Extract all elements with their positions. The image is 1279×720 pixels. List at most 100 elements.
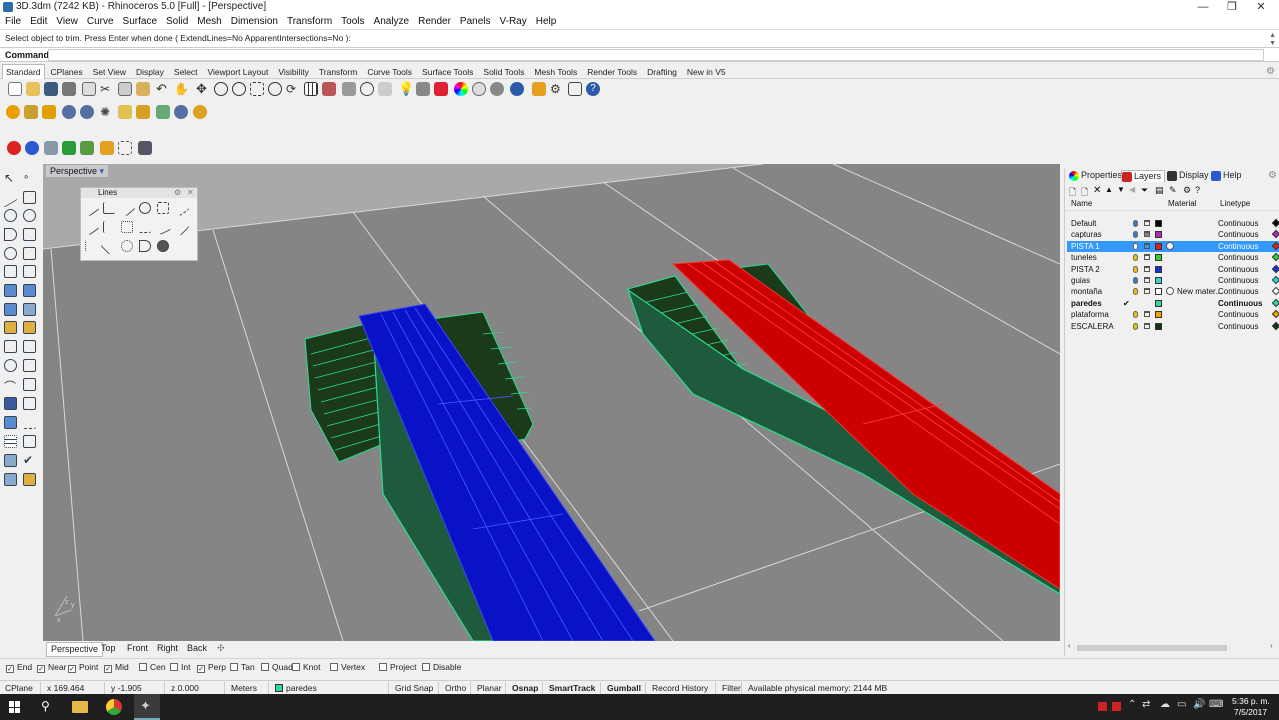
vray-proxy-icon[interactable] — [156, 105, 170, 119]
menu-transform[interactable]: Transform — [287, 15, 332, 29]
cplane-icon[interactable] — [360, 82, 374, 96]
layer-color-swatch[interactable] — [1155, 299, 1162, 307]
osnap-checkbox[interactable] — [139, 663, 147, 671]
battery-icon[interactable]: ▭ — [1177, 699, 1186, 710]
vray-light-icon[interactable] — [136, 105, 150, 119]
tab-visibility[interactable]: Visibility — [274, 64, 313, 80]
osnap-perp[interactable]: ✓ Perp — [197, 662, 226, 673]
record-history-toggle[interactable]: Record History — [645, 682, 708, 694]
menu-surface[interactable]: Surface — [123, 15, 157, 29]
layer-color-swatch[interactable] — [1155, 254, 1162, 262]
rectangle-icon[interactable] — [23, 228, 36, 241]
panel-options-gear-icon[interactable]: ⚙ — [1268, 170, 1277, 181]
tab-solid-tools[interactable]: Solid Tools — [479, 64, 528, 80]
print-color-icon[interactable] — [1271, 241, 1279, 251]
osnap-checkbox[interactable] — [292, 663, 300, 671]
tab-mesh-tools[interactable]: Mesh Tools — [530, 64, 581, 80]
column-linetype[interactable]: Linetype — [1220, 199, 1250, 208]
light-icon[interactable] — [532, 82, 546, 96]
tab-layers[interactable]: Layers — [1121, 170, 1166, 182]
array-icon[interactable] — [4, 435, 17, 448]
layer-row[interactable]: PISTA 1 Continuous — [1067, 240, 1279, 252]
network-icon[interactable]: ⇄ — [1142, 699, 1150, 710]
line-from-midpoint-icon[interactable] — [118, 199, 136, 217]
layer-color-swatch[interactable] — [1155, 288, 1162, 296]
osnap-checkbox[interactable]: ✓ — [68, 665, 76, 673]
osnap-knot[interactable]: Knot — [292, 662, 321, 672]
tab-cplanes[interactable]: CPlanes — [47, 64, 87, 80]
print-color-icon[interactable] — [1271, 230, 1279, 239]
tray-chevron-icon[interactable]: ⌃ — [1128, 699, 1136, 710]
tab-help[interactable]: Help — [1211, 170, 1242, 181]
layer-linetype[interactable]: Continuous — [1218, 286, 1258, 297]
cage-icon[interactable] — [4, 416, 17, 429]
print-color-icon[interactable] — [1271, 309, 1279, 319]
lock-icon[interactable] — [1144, 242, 1150, 249]
vray-sun-icon[interactable]: ✺ — [100, 105, 114, 119]
maximize-button[interactable]: ❐ — [1220, 0, 1244, 14]
tab-right[interactable]: Right — [153, 642, 182, 655]
lightbulb-icon[interactable]: 💡 — [398, 82, 414, 96]
clock-time[interactable]: 5:36 p. m. — [1232, 696, 1270, 706]
units-indicator[interactable]: Meters — [224, 682, 257, 694]
lock-icon[interactable] — [1144, 277, 1150, 283]
lock-icon[interactable] — [1144, 322, 1150, 329]
ellipse-icon[interactable] — [23, 209, 36, 222]
trim-icon[interactable] — [4, 340, 17, 353]
osnap-checkbox[interactable]: ✓ — [197, 665, 205, 673]
filter-button[interactable]: Filter — [715, 682, 741, 694]
tab-render-tools[interactable]: Render Tools — [583, 64, 641, 80]
print-color-icon[interactable] — [1271, 264, 1279, 273]
current-layer[interactable]: paredes — [268, 682, 317, 694]
tab-perspective[interactable]: Perspective — [46, 642, 104, 657]
print-color-icon[interactable] — [1271, 275, 1279, 285]
layer-color-swatch[interactable] — [1155, 322, 1162, 330]
grid-icon[interactable] — [378, 82, 392, 96]
volume-icon[interactable]: 🔊 — [1193, 699, 1205, 710]
layer-linetype[interactable]: Continuous — [1218, 218, 1258, 229]
layer-help-icon[interactable]: ? — [1195, 185, 1200, 195]
close-button[interactable]: ✕ — [1249, 0, 1273, 14]
curve-icon[interactable] — [4, 247, 17, 260]
lightbulb-icon[interactable] — [1133, 254, 1138, 262]
layer-linetype[interactable]: Continuous — [1218, 298, 1262, 309]
layer-row[interactable]: plataforma Continuous — [1067, 309, 1279, 320]
surface-icon[interactable] — [4, 265, 17, 278]
shaded-sphere-icon[interactable] — [490, 82, 504, 96]
print-color-icon[interactable] — [1271, 252, 1279, 262]
tangent-line-icon[interactable] — [139, 202, 151, 214]
lightbulb-icon[interactable] — [1133, 277, 1138, 284]
menu-tools[interactable]: Tools — [341, 15, 364, 29]
paste-icon[interactable] — [136, 82, 150, 96]
chamfer-icon[interactable] — [23, 378, 36, 391]
layer-row[interactable]: guias Continuous — [1067, 275, 1279, 286]
menu-file[interactable]: File — [5, 15, 21, 29]
scale-icon[interactable] — [23, 321, 36, 334]
lightbulb-icon[interactable] — [1133, 231, 1138, 239]
tools-icon[interactable]: ✎ — [1169, 185, 1177, 196]
tab-viewport-layout[interactable]: Viewport Layout — [204, 64, 273, 80]
zoom-icon[interactable] — [214, 82, 228, 96]
osnap-vertex[interactable]: Vertex — [330, 662, 365, 672]
lock-icon[interactable] — [1144, 288, 1150, 295]
render-object-icon[interactable] — [4, 473, 17, 486]
layer-linetype[interactable]: Continuous — [1218, 241, 1258, 252]
menu-help[interactable]: Help — [536, 15, 557, 29]
cplane-indicator[interactable]: CPlane — [5, 682, 33, 694]
lock-icon[interactable] — [1144, 254, 1150, 261]
layer-linetype[interactable]: Continuous — [1218, 264, 1258, 275]
lightbulb-icon[interactable] — [1133, 288, 1138, 296]
text-icon[interactable] — [4, 397, 17, 410]
print-color-icon[interactable] — [1271, 321, 1279, 330]
mesh-icon[interactable] — [4, 303, 17, 316]
warning-cone-icon[interactable] — [100, 141, 114, 155]
lock-icon[interactable] — [1144, 220, 1150, 226]
extrude-icon[interactable] — [23, 265, 36, 278]
print-color-icon[interactable] — [1271, 287, 1279, 296]
toolbar-options-gear-icon[interactable]: ⚙ — [1266, 66, 1275, 77]
explode-icon[interactable] — [23, 359, 36, 372]
lightbulb-icon[interactable] — [1133, 242, 1138, 250]
lightbulb-icon[interactable] — [1133, 322, 1138, 330]
point-icon[interactable]: ∘ — [23, 172, 36, 185]
command-input[interactable] — [48, 49, 1264, 61]
